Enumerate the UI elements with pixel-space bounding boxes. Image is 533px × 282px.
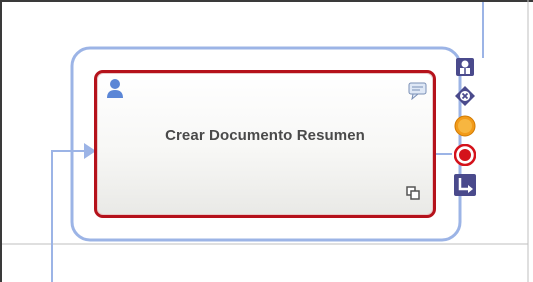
end-event-icon[interactable] — [454, 144, 476, 166]
user-icon — [107, 79, 123, 98]
process-canvas[interactable]: Crear Documento Resumen — [0, 0, 533, 282]
stacked-windows-icon — [406, 186, 420, 200]
incoming-sequence-flow — [51, 150, 84, 282]
task-label: Crear Documento Resumen — [165, 127, 365, 144]
speech-bubble-icon[interactable] — [408, 82, 428, 100]
sequence-flow-icon[interactable] — [454, 174, 476, 196]
exclusive-gateway-icon[interactable] — [455, 86, 475, 106]
user-role-icon[interactable] — [456, 58, 474, 76]
task-crear-documento-resumen[interactable]: Crear Documento Resumen — [94, 70, 436, 218]
intermediate-event-icon[interactable] — [454, 115, 476, 137]
